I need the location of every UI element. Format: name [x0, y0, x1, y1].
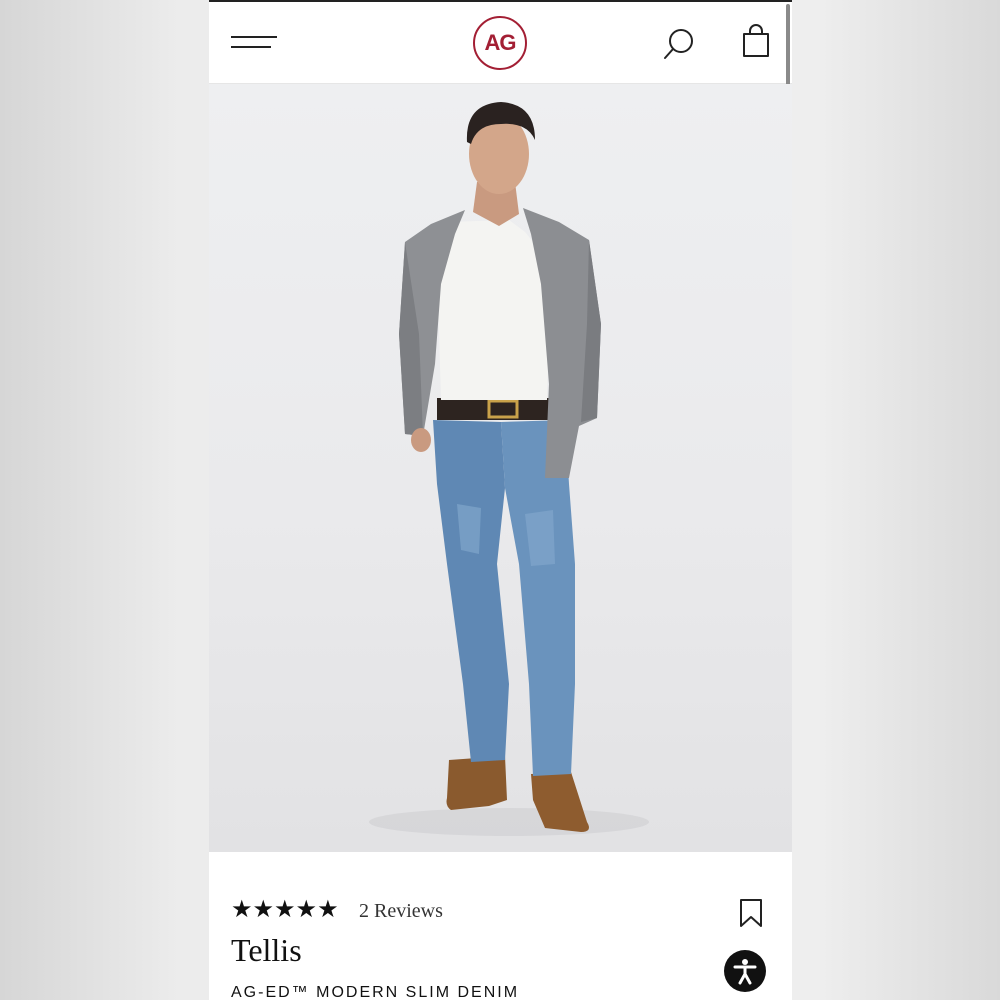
product-subtitle: AG-ED™ MODERN SLIM DENIM [231, 984, 520, 1000]
product-title: Tellis [231, 932, 302, 968]
product-image[interactable] [209, 84, 792, 852]
menu-button[interactable] [231, 32, 279, 54]
brand-logo[interactable]: AG [473, 16, 527, 70]
accessibility-button[interactable] [724, 950, 766, 992]
mobile-viewport: AG ★★★★★ 2 Reviews Tellis AG-ED™ MODERN … [209, 0, 792, 1000]
shopping-bag-icon [743, 24, 769, 57]
reviews-link[interactable]: 2 Reviews [359, 900, 443, 923]
search-button[interactable] [662, 26, 696, 62]
star-rating-text: ★★★★★ [231, 895, 339, 923]
accessibility-icon [733, 959, 757, 985]
search-icon [664, 29, 693, 59]
site-header: AG [209, 2, 792, 84]
product-info: ★★★★★ 2 Reviews Tellis AG-ED™ MODERN SLI… [209, 852, 792, 1000]
model-photo [369, 102, 649, 836]
hamburger-menu-icon-line [231, 46, 271, 48]
bookmark-icon [740, 899, 762, 927]
wishlist-button[interactable] [739, 898, 763, 928]
hamburger-menu-icon [231, 36, 277, 38]
logo-text: AG [484, 30, 517, 55]
rating-stars[interactable]: ★★★★★ [231, 897, 339, 921]
shopping-bag-button[interactable] [741, 24, 771, 60]
